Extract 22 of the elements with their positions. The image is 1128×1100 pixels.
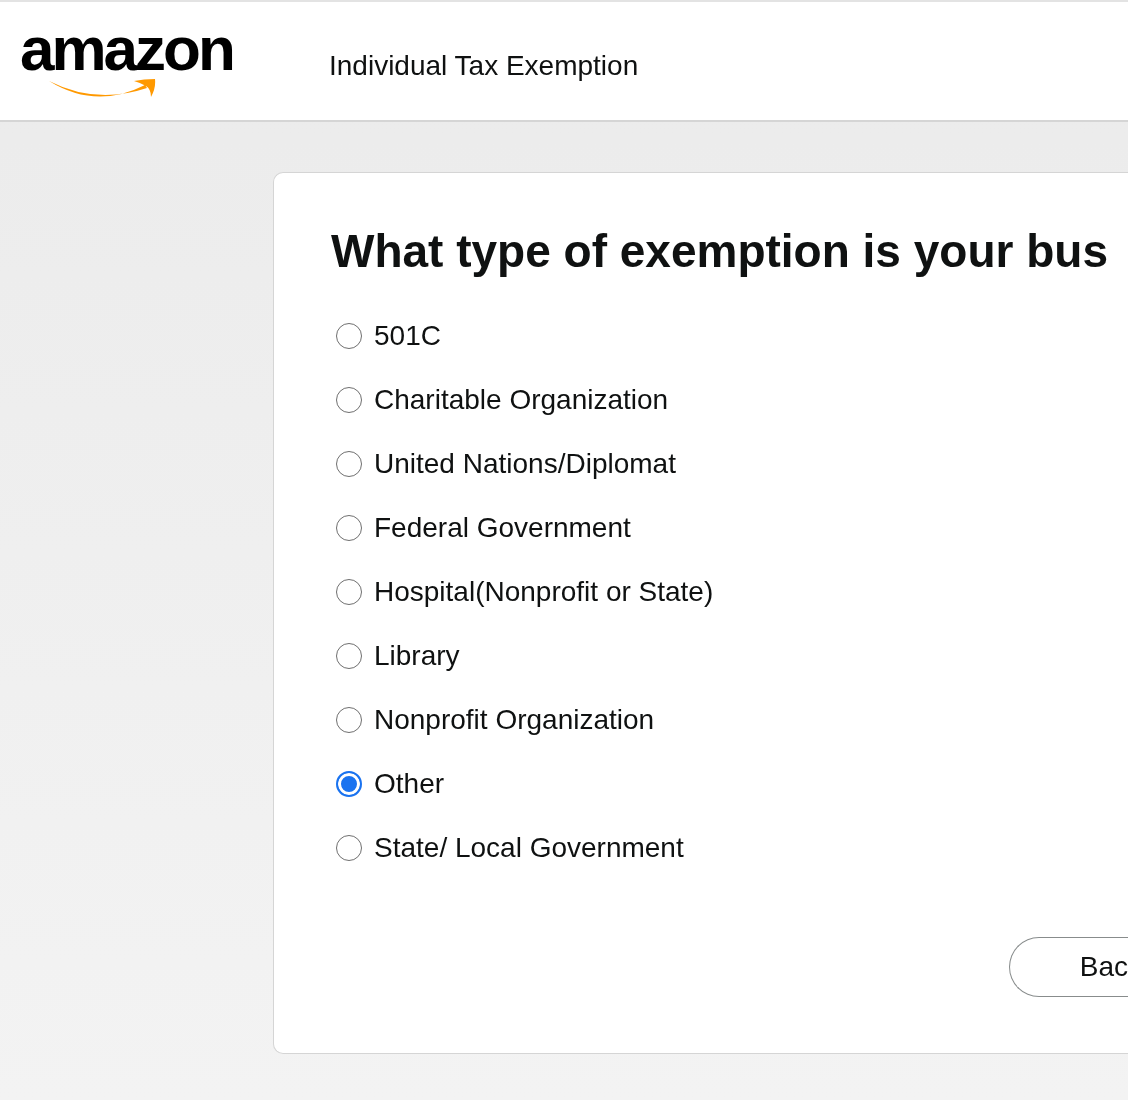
radio-button[interactable] <box>336 387 362 413</box>
option-label[interactable]: Charitable Organization <box>374 383 669 417</box>
option-label[interactable]: 501C <box>374 319 441 353</box>
option-label[interactable]: Federal Government <box>374 511 631 545</box>
option-label[interactable]: Hospital(Nonprofit or State) <box>374 575 714 609</box>
radio-button[interactable] <box>336 643 362 669</box>
back-button[interactable]: Bac <box>1008 937 1128 997</box>
radio-button[interactable] <box>336 451 362 477</box>
radio-button[interactable] <box>336 835 362 861</box>
option-label[interactable]: Nonprofit Organization <box>374 703 655 737</box>
option-label[interactable]: Library <box>374 639 460 673</box>
radio-button[interactable] <box>336 323 362 349</box>
radio-button[interactable] <box>336 707 362 733</box>
page-title: Individual Tax Exemption <box>329 50 639 82</box>
option-label[interactable]: State/ Local Government <box>374 831 684 865</box>
radio-button[interactable] <box>336 515 362 541</box>
question-heading: What type of exemption is your bus <box>331 224 1108 278</box>
radio-button[interactable] <box>336 771 362 797</box>
option-label[interactable]: United Nations/Diplomat <box>374 447 676 481</box>
radio-button[interactable] <box>336 579 362 605</box>
logo-wordmark[interactable]: amazon <box>20 24 233 74</box>
option-label[interactable]: Other <box>374 767 445 801</box>
